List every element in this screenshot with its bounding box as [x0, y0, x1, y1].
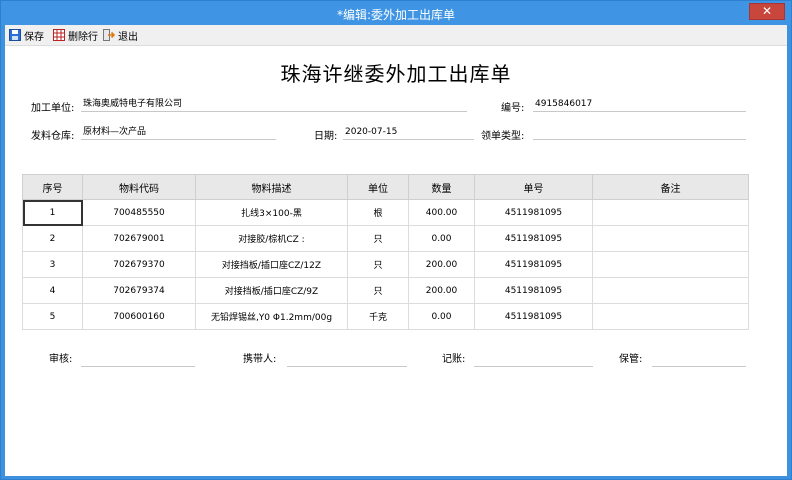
cell-remark[interactable]: [592, 199, 749, 226]
cell-code[interactable]: 700485550: [82, 199, 196, 226]
cell-quantity[interactable]: 0.00: [408, 225, 475, 252]
unit-field[interactable]: 珠海奥威特电子有限公司: [81, 96, 467, 112]
cell-order-no[interactable]: 4511981095: [474, 251, 593, 278]
review-field[interactable]: [81, 351, 195, 367]
document-form: 珠海许继委外加工出库单 加工单位: 珠海奥威特电子有限公司 编号: 491584…: [5, 46, 787, 476]
cell-remark[interactable]: [592, 277, 749, 304]
type-field[interactable]: [533, 124, 746, 140]
cell-quantity[interactable]: 0.00: [408, 303, 475, 330]
table-row[interactable]: 1 700485550 扎线3×100-黑 根 400.00 451198109…: [22, 199, 749, 226]
exit-label: 退出: [118, 31, 138, 43]
date-field[interactable]: 2020-07-15: [343, 124, 474, 140]
cell-quantity[interactable]: 200.00: [408, 251, 475, 278]
title-bar[interactable]: *编辑:委外加工出库单 ✕: [1, 1, 791, 25]
cell-order-no[interactable]: 4511981095: [474, 303, 593, 330]
review-label: 审核:: [49, 354, 73, 365]
handler-field[interactable]: [287, 351, 407, 367]
bookkeeping-label: 记账:: [442, 354, 466, 365]
items-table: 序号 物料代码 物料描述 单位 数量 单号 备注 1 700485550 扎线3…: [22, 174, 749, 330]
cell-order-no[interactable]: 4511981095: [474, 225, 593, 252]
cell-index[interactable]: 5: [22, 303, 83, 330]
col-header-unit[interactable]: 单位: [347, 174, 409, 200]
cell-unit[interactable]: 千克: [347, 303, 409, 330]
cell-order-no[interactable]: 4511981095: [474, 199, 593, 226]
number-field[interactable]: 4915846017: [533, 96, 746, 112]
cell-unit[interactable]: 根: [347, 199, 409, 226]
table-row[interactable]: 3 702679370 对接挡板/插口座CZ/12Z 只 200.00 4511…: [22, 251, 749, 278]
cell-unit[interactable]: 只: [347, 225, 409, 252]
cell-order-no[interactable]: 4511981095: [474, 277, 593, 304]
cell-index[interactable]: 2: [22, 225, 83, 252]
close-button[interactable]: ✕: [749, 3, 785, 20]
app-window: *编辑:委外加工出库单 ✕ 保存 删除行 退出 珠海许继委外加工出库单 加工单位…: [0, 0, 792, 480]
document-title: 珠海许继委外加工出库单: [280, 62, 512, 86]
cell-index[interactable]: 1: [22, 199, 83, 226]
cell-remark[interactable]: [592, 225, 749, 252]
cell-remark[interactable]: [592, 303, 749, 330]
warehouse-field[interactable]: 原材料—次产品: [81, 124, 276, 140]
handler-label: 携带人:: [243, 354, 277, 365]
col-header-description[interactable]: 物料描述: [195, 174, 348, 200]
cell-unit[interactable]: 只: [347, 277, 409, 304]
cell-description[interactable]: 扎线3×100-黑: [195, 199, 348, 226]
col-header-code[interactable]: 物料代码: [82, 174, 196, 200]
col-header-remark[interactable]: 备注: [592, 174, 749, 200]
table-row[interactable]: 2 702679001 对接胶/棕机CZ : 只 0.00 4511981095: [22, 225, 749, 252]
cell-code[interactable]: 700600160: [82, 303, 196, 330]
warehouse-label: 发料仓库:: [31, 131, 75, 142]
delete-row-icon: [53, 29, 65, 41]
keeper-field[interactable]: [652, 351, 746, 367]
cell-code[interactable]: 702679370: [82, 251, 196, 278]
cell-description[interactable]: 对接胶/棕机CZ :: [195, 225, 348, 252]
table-header-row: 序号 物料代码 物料描述 单位 数量 单号 备注: [22, 174, 749, 200]
cell-index[interactable]: 3: [22, 251, 83, 278]
cell-remark[interactable]: [592, 251, 749, 278]
cell-code[interactable]: 702679374: [82, 277, 196, 304]
cell-code[interactable]: 702679001: [82, 225, 196, 252]
bookkeeping-field[interactable]: [474, 351, 593, 367]
delete-row-label: 删除行: [68, 31, 98, 43]
table-row[interactable]: 4 702679374 对接挡板/插口座CZ/9Z 只 200.00 45119…: [22, 277, 749, 304]
exit-icon: [103, 29, 116, 41]
cell-index[interactable]: 4: [22, 277, 83, 304]
save-button[interactable]: 保存: [9, 28, 44, 43]
cell-quantity[interactable]: 200.00: [408, 277, 475, 304]
cell-description[interactable]: 对接挡板/插口座CZ/9Z: [195, 277, 348, 304]
date-label: 日期:: [314, 131, 338, 142]
col-header-index[interactable]: 序号: [22, 174, 83, 200]
cell-unit[interactable]: 只: [347, 251, 409, 278]
delete-row-button[interactable]: 删除行: [53, 28, 98, 43]
toolbar: 保存 删除行 退出: [5, 25, 787, 46]
cell-description[interactable]: 对接挡板/插口座CZ/12Z: [195, 251, 348, 278]
number-label: 编号:: [501, 103, 525, 114]
col-header-quantity[interactable]: 数量: [408, 174, 475, 200]
keeper-label: 保管:: [619, 354, 643, 365]
cell-description[interactable]: 无铅焊锡丝,Y0 Φ1.2mm/00g: [195, 303, 348, 330]
col-header-order-no[interactable]: 单号: [474, 174, 593, 200]
unit-label: 加工单位:: [31, 103, 75, 114]
save-icon: [9, 29, 21, 41]
save-label: 保存: [24, 31, 44, 43]
exit-button[interactable]: 退出: [103, 28, 138, 43]
cell-quantity[interactable]: 400.00: [408, 199, 475, 226]
table-row[interactable]: 5 700600160 无铅焊锡丝,Y0 Φ1.2mm/00g 千克 0.00 …: [22, 303, 749, 330]
type-label: 领单类型:: [481, 131, 525, 142]
window-title: *编辑:委外加工出库单: [336, 8, 456, 22]
